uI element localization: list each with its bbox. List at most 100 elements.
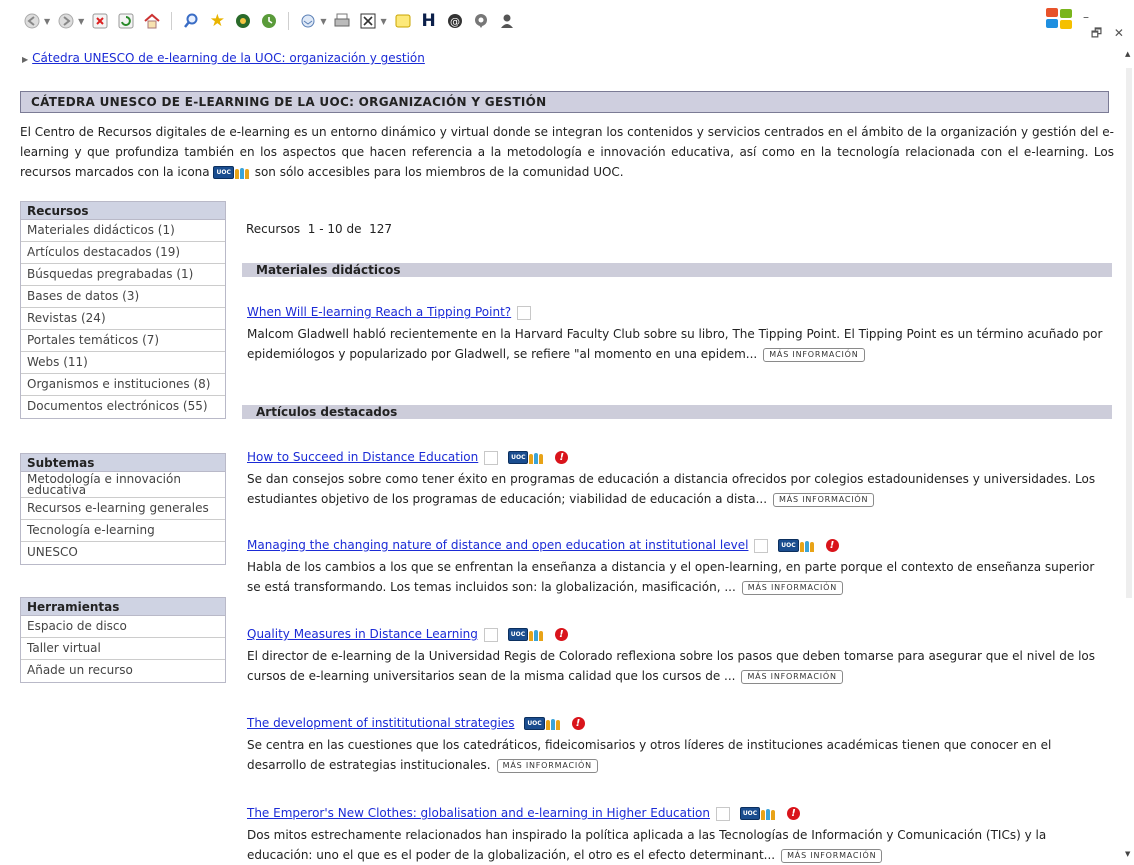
history-icon[interactable] [259,11,279,31]
stop-icon[interactable] [90,11,110,31]
sidebar-item-webs[interactable]: Webs (11) [21,352,225,374]
resource-title-link[interactable]: Managing the changing nature of distance… [247,538,748,552]
uoc-members-icon: UOC [508,451,545,465]
uoc-members-icon: UOC [213,166,250,180]
scroll-down-icon[interactable]: ▼ [1125,850,1130,858]
sidebar-item-materiales[interactable]: Materiales didácticos (1) [21,220,225,242]
uoc-label: UOC [508,451,529,464]
page-title-bar: CÁTEDRA UNESCO DE E-LEARNING DE LA UOC: … [20,91,1109,113]
more-info-button[interactable]: MÁS INFORMACIÓN [773,492,875,507]
more-info-button[interactable]: MÁS INFORMACIÓN [763,347,865,362]
alert-icon: ! [825,539,839,552]
resource-entry: Managing the changing nature of distance… [247,536,1107,597]
sidebar-item-articulos[interactable]: Artículos destacados (19) [21,242,225,264]
mail-icon[interactable] [298,11,318,31]
resource-title-link[interactable]: When Will E-learning Reach a Tipping Poi… [247,305,511,319]
chat-icon[interactable] [471,11,491,31]
sidebar-subtemas-title: Subtemas [21,454,225,472]
forward-dropdown-icon[interactable]: ▼ [78,17,84,26]
resource-title-link[interactable]: How to Succeed in Distance Education [247,450,478,464]
alert-icon: ! [787,807,801,820]
at-icon[interactable]: @ [445,11,465,31]
edit-icon[interactable] [358,11,378,31]
mail-dropdown-icon[interactable]: ▼ [320,17,326,26]
h-icon[interactable]: H [419,11,439,31]
bookmark-checkbox[interactable] [484,450,499,465]
back-dropdown-icon[interactable]: ▼ [44,17,50,26]
sidebar-item-revistas[interactable]: Revistas (24) [21,308,225,330]
sidebar-item-busquedas[interactable]: Búsquedas pregrabadas (1) [21,264,225,286]
scroll-up-icon[interactable]: ▲ [1125,50,1130,58]
bookmark-checkbox[interactable] [483,627,498,642]
uoc-members-icon: UOC [778,539,815,553]
edit-dropdown-icon[interactable]: ▼ [380,17,386,26]
bookmark-checkbox[interactable] [754,538,769,553]
resource-title-link[interactable]: The development of instititutional strat… [247,716,514,730]
sidebar-item-portales[interactable]: Portales temáticos (7) [21,330,225,352]
forward-icon[interactable] [56,11,76,31]
favorites-icon[interactable]: ★ [207,11,227,31]
resource-entry: Quality Measures in Distance Learning UO… [247,625,1107,686]
resource-description: Malcom Gladwell habló recientemente en l… [247,327,1103,361]
breadcrumb-link[interactable]: Cátedra UNESCO de e-learning de la UOC: … [32,51,425,65]
section-header-materiales: Materiales didácticos [242,263,1112,277]
uoc-label: UOC [213,166,234,179]
sidebar-herramientas: Herramientas Espacio de disco Taller vir… [20,597,226,683]
resource-entry: When Will E-learning Reach a Tipping Poi… [247,303,1107,364]
vertical-scrollbar[interactable]: ▲ ▼ [1124,48,1134,862]
sidebar-item-bases-datos[interactable]: Bases de datos (3) [21,286,225,308]
resource-entry: How to Succeed in Distance Education UOC… [247,448,1107,509]
bookmark-checkbox[interactable] [517,305,532,320]
refresh-icon[interactable] [116,11,136,31]
resource-description: Se centra en las cuestiones que los cate… [247,738,1052,772]
resource-title-link[interactable]: The Emperor's New Clothes: globalisation… [247,806,710,820]
sidebar-recursos-title: Recursos [21,202,225,220]
scrollbar-thumb[interactable] [1126,68,1132,598]
svg-text:@: @ [450,17,460,28]
back-icon[interactable] [22,11,42,31]
section-title: Artículos destacados [256,405,398,419]
resource-description: El director de e-learning de la Universi… [247,649,1096,683]
uoc-label: UOC [507,628,529,641]
print-icon[interactable] [332,11,352,31]
windows-logo-icon [1046,8,1074,30]
more-info-button[interactable]: MÁS INFORMACIÓN [496,758,598,773]
uoc-label: UOC [778,539,799,552]
more-info-button[interactable]: MÁS INFORMACIÓN [741,669,843,684]
results-count: Recursos 1 - 10 de 127 [246,222,393,236]
more-info-button[interactable]: MÁS INFORMACIÓN [741,580,844,595]
discuss-icon[interactable] [393,11,413,31]
sidebar-item-taller-virtual[interactable]: Taller virtual [21,638,225,660]
sidebar-recursos: Recursos Materiales didácticos (1) Artíc… [20,201,226,419]
sidebar-item-metodologia[interactable]: Metodología e innovación educativa [21,472,225,498]
home-icon[interactable] [142,11,162,31]
sidebar-item-recursos-generales[interactable]: Recursos e-learning generales [21,498,225,520]
browser-toolbar: ▼ ▼ ★ ▼ ▼ H @ – 🗗 ✕ [0,0,1134,48]
sidebar-item-unesco[interactable]: UNESCO [21,542,225,564]
resource-description: Se dan consejos sobre como tener éxito e… [247,472,1096,506]
user-icon[interactable] [497,11,517,31]
more-info-button[interactable]: MÁS INFORMACIÓN [781,848,883,863]
uoc-members-icon: UOC [739,807,777,821]
section-title: Materiales didácticos [256,263,401,277]
search-icon[interactable] [181,11,201,31]
sidebar-item-tecnologia[interactable]: Tecnología e-learning [21,520,225,542]
resource-title-link[interactable]: Quality Measures in Distance Learning [247,627,478,641]
breadcrumb: ▶ Cátedra UNESCO de e-learning de la UOC:… [22,51,425,65]
bookmark-checkbox[interactable] [715,806,730,821]
sidebar-item-anade-recurso[interactable]: Añade un recurso [21,660,225,682]
sidebar-subtemas: Subtemas Metodología e innovación educat… [20,453,226,565]
uoc-label: UOC [524,717,545,730]
uoc-members-icon: UOC [507,628,545,642]
intro-text-end: son sólo accesibles para los miembros de… [254,165,624,179]
resource-description: Habla de los cambios a los que se enfren… [247,560,1095,594]
page-title: CÁTEDRA UNESCO DE E-LEARNING DE LA UOC: … [31,95,547,109]
media-icon[interactable] [233,11,253,31]
window-controls[interactable]: – 🗗 ✕ [1083,10,1134,45]
section-header-articulos: Artículos destacados [242,405,1112,419]
sidebar-item-documentos[interactable]: Documentos electrónicos (55) [21,396,225,418]
resource-description: Dos mitos estrechamente relacionados han… [247,828,1047,862]
sidebar-item-espacio-disco[interactable]: Espacio de disco [21,616,225,638]
sidebar-item-organismos[interactable]: Organismos e instituciones (8) [21,374,225,396]
uoc-label: UOC [739,807,761,820]
